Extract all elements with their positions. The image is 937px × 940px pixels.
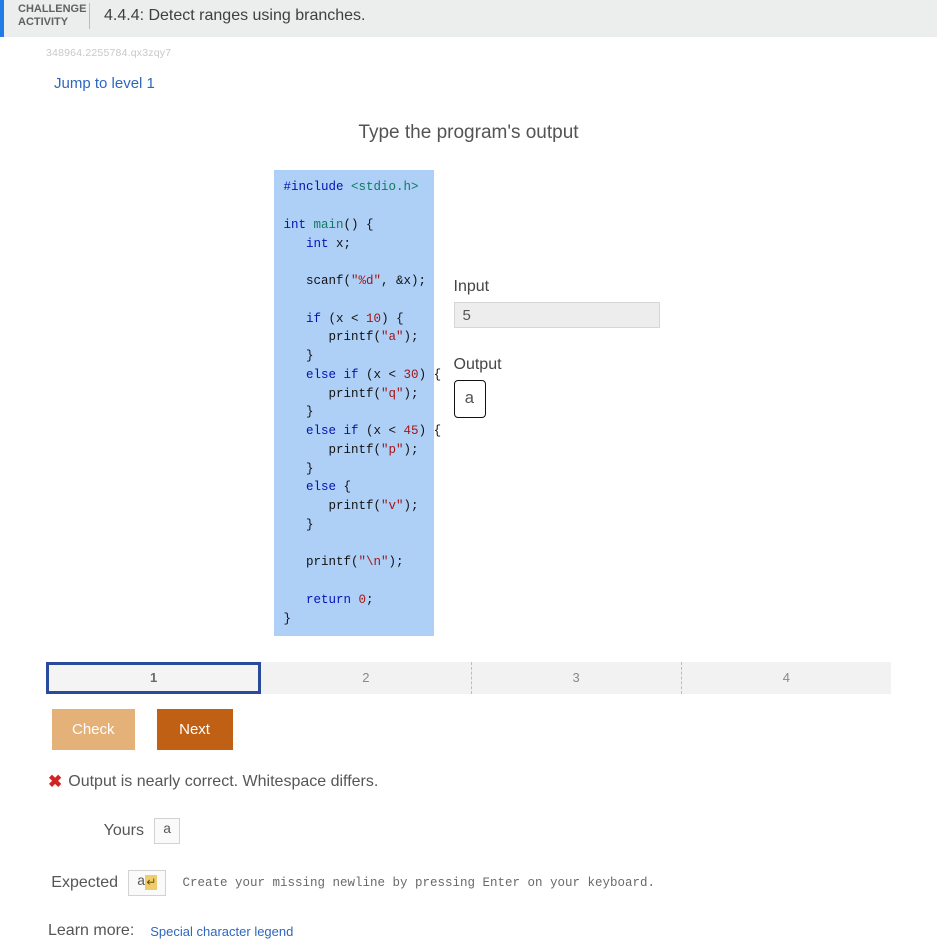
code-block: #include <stdio.h> int main() { int x; s… xyxy=(274,170,434,636)
input-value: 5 xyxy=(454,302,660,328)
output-input[interactable]: a xyxy=(454,380,486,418)
challenge-title: 4.4.4: Detect ranges using branches. xyxy=(104,7,366,25)
level-tab-2[interactable]: 2 xyxy=(261,662,471,694)
expected-value-text: a xyxy=(137,874,145,890)
next-button[interactable]: Next xyxy=(157,709,233,750)
challenge-label-line1: CHALLENGE xyxy=(18,3,86,15)
tracking-id: 348964.2255784.qx3zqy7 xyxy=(0,37,937,61)
output-label: Output xyxy=(454,356,664,374)
level-tab-4[interactable]: 4 xyxy=(682,662,891,694)
challenge-label: CHALLENGE ACTIVITY xyxy=(18,3,90,29)
challenge-header: CHALLENGE ACTIVITY 4.4.4: Detect ranges … xyxy=(0,0,937,37)
level-tab-1[interactable]: 1 xyxy=(46,662,261,694)
yours-label: Yours xyxy=(74,822,144,840)
newline-icon: ↵ xyxy=(145,875,157,890)
challenge-label-line2: ACTIVITY xyxy=(18,16,68,28)
expected-label: Expected xyxy=(48,874,118,892)
check-button[interactable]: Check xyxy=(52,709,135,750)
learn-more-label: Learn more: xyxy=(48,922,134,940)
input-label: Input xyxy=(454,278,664,296)
feedback-message: Output is nearly correct. Whitespace dif… xyxy=(68,773,378,791)
jump-link[interactable]: Jump to level 1 xyxy=(0,61,155,92)
expected-value: a↵ xyxy=(128,870,166,896)
yours-value: a xyxy=(154,818,180,844)
level-tab-3[interactable]: 3 xyxy=(472,662,682,694)
hint-text: Create your missing newline by pressing … xyxy=(182,876,655,890)
special-char-legend-link[interactable]: Special character legend xyxy=(150,924,293,939)
error-icon: ✖ xyxy=(48,772,62,792)
instruction-text: Type the program's output xyxy=(40,122,897,144)
level-tabs: 1234 xyxy=(46,662,891,694)
